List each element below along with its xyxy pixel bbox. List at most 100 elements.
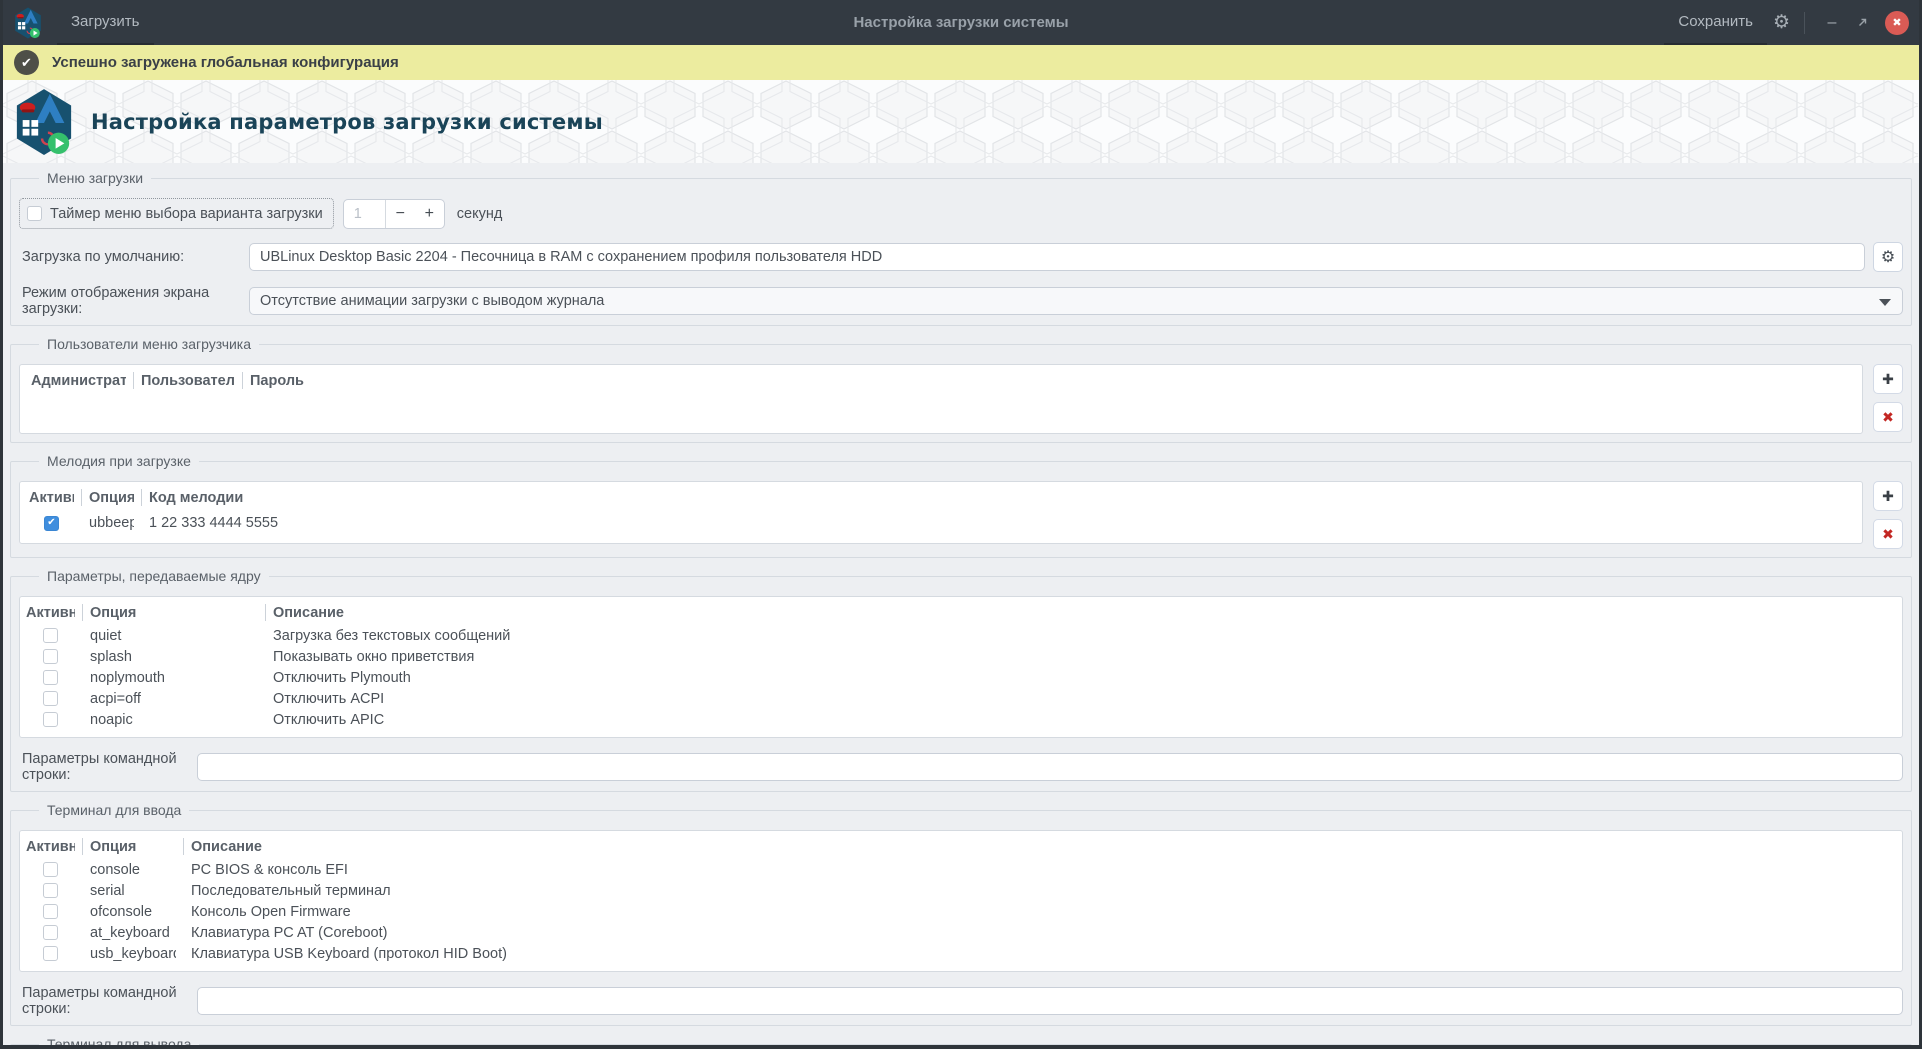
app-logo (13, 88, 75, 156)
display-mode-label: Режим отображения экрана загрузки: (22, 285, 210, 317)
settings-gear-icon[interactable]: ⚙ (1773, 11, 1790, 34)
app-logo-icon (13, 6, 43, 39)
option-cell: usb_keyboard (90, 945, 176, 962)
description-cell: Последовательный терминал (191, 882, 391, 899)
description-cell: Отключить Plymouth (273, 669, 411, 686)
restore-button[interactable] (1847, 0, 1877, 45)
main-content: Меню загрузки Таймер меню выбора вариант… (3, 163, 1919, 1045)
option-cell: console (90, 861, 140, 878)
column-password: Пароль (250, 372, 304, 389)
save-button[interactable]: Сохранить (1664, 0, 1767, 45)
column-active: Активно (26, 604, 75, 621)
row-checkbox[interactable] (43, 712, 58, 727)
option-cell: noplymouth (90, 669, 165, 686)
row-checkbox[interactable] (43, 691, 58, 706)
melody-table-actions: ✚ ✖ (1871, 481, 1903, 549)
timer-label: Таймер меню выбора варианта загрузки (50, 205, 323, 222)
add-user-button[interactable]: ✚ (1873, 364, 1903, 394)
terminal-input-cmdline-row: Параметры командной строки: (19, 985, 1903, 1017)
add-melody-button[interactable]: ✚ (1873, 481, 1903, 511)
group-bootloader-users-legend: Пользователи меню загрузчика (47, 336, 252, 352)
row-checkbox[interactable] (43, 904, 58, 919)
terminal-input-header: Активно Опция Описание (20, 834, 1902, 859)
option-cell: quiet (90, 627, 122, 644)
timer-value[interactable]: 1 (344, 199, 386, 228)
column-divider (81, 489, 82, 506)
row-checkbox[interactable] (43, 628, 58, 643)
terminal-input-row[interactable]: serial Последовательный терминал (20, 880, 1902, 901)
description-cell: Клавиатура PC AT (Coreboot) (191, 924, 388, 941)
default-boot-label: Загрузка по умолчанию: (22, 249, 185, 265)
kernel-param-row[interactable]: noplymouth Отключить Plymouth (20, 667, 1902, 688)
minimize-button[interactable]: – (1817, 0, 1847, 45)
row-checkbox[interactable] (43, 649, 58, 664)
timer-checkbox-group[interactable]: Таймер меню выбора варианта загрузки (19, 198, 334, 229)
option-cell: acpi=off (90, 690, 141, 707)
display-mode-select[interactable]: Отсутствие анимации загрузки с выводом ж… (249, 287, 1903, 315)
timer-row: Таймер меню выбора варианта загрузки 1 −… (19, 198, 1903, 229)
column-divider (265, 604, 266, 621)
row-checkbox[interactable] (43, 946, 58, 961)
column-divider (183, 838, 184, 855)
window-title: Настройка загрузки системы (853, 14, 1069, 31)
remove-user-button[interactable]: ✖ (1873, 402, 1903, 432)
terminal-input-row[interactable]: ofconsole Консоль Open Firmware (20, 901, 1902, 922)
description-cell: Клавиатура USB Keyboard (протокол HID Bo… (191, 945, 507, 962)
description-cell: Отключить APIC (273, 711, 385, 728)
kernel-param-row[interactable]: splash Показывать окно приветствия (20, 646, 1902, 667)
description-cell: Загрузка без текстовых сообщений (273, 627, 511, 644)
display-mode-value: Отсутствие анимации загрузки с выводом ж… (260, 293, 605, 309)
group-kernel-params: Параметры, передаваемые ядру Активно Опц… (10, 568, 1912, 792)
users-table-actions: ✚ ✖ (1871, 364, 1903, 432)
group-boot-melody-legend: Мелодия при загрузке (47, 453, 191, 469)
melody-table[interactable]: Активно Опция Код мелодии ubbeep 1 22 33… (19, 481, 1863, 544)
kernel-cmdline-row: Параметры командной строки: (19, 751, 1903, 783)
kernel-param-row[interactable]: acpi=off Отключить ACPI (20, 688, 1902, 709)
kernel-params-table[interactable]: Активно Опция Описание quiet Загрузка бе… (19, 596, 1903, 738)
melody-table-header: Активно Опция Код мелодии (20, 485, 1862, 510)
increment-button[interactable]: + (415, 205, 444, 223)
column-melody-code: Код мелодии (149, 489, 244, 506)
terminal-input-cmdline-input[interactable] (197, 987, 1903, 1015)
gear-icon: ⚙ (1880, 249, 1896, 266)
close-button[interactable]: ✖ (1885, 10, 1909, 35)
titlebar-right: Сохранить ⚙ – ✖ (1664, 0, 1919, 45)
row-checkbox[interactable] (43, 862, 58, 877)
terminal-input-row[interactable]: usb_keyboard Клавиатура USB Keyboard (пр… (20, 943, 1902, 964)
titlebar: Загрузить Настройка загрузки системы Сох… (3, 0, 1919, 45)
melody-row[interactable]: ubbeep 1 22 333 4444 5555 (20, 510, 1862, 536)
row-checkbox[interactable] (43, 670, 58, 685)
kernel-param-row[interactable]: quiet Загрузка без текстовых сообщений (20, 625, 1902, 646)
terminal-input-row[interactable]: at_keyboard Клавиатура PC AT (Coreboot) (20, 922, 1902, 943)
notification-banner: ✔ Успешно загружена глобальная конфигура… (3, 45, 1919, 80)
description-cell: PC BIOS & консоль EFI (191, 861, 348, 878)
page-title: Настройка параметров загрузки системы (91, 109, 603, 134)
option-cell: serial (90, 882, 125, 899)
load-button[interactable]: Загрузить (57, 0, 154, 45)
terminal-input-cmdline-label: Параметры командной строки: (22, 985, 177, 1017)
row-checkbox[interactable] (43, 925, 58, 940)
users-table-empty-area (20, 393, 1862, 426)
group-terminal-output: Терминал для вывода Активно Опция Описан… (10, 1036, 1912, 1045)
terminal-input-row[interactable]: console PC BIOS & консоль EFI (20, 859, 1902, 880)
default-boot-settings-button[interactable]: ⚙ (1873, 242, 1903, 272)
terminal-input-table[interactable]: Активно Опция Описание console PC BIOS &… (19, 830, 1903, 972)
chevron-down-icon (1879, 299, 1891, 306)
kernel-param-row[interactable]: noapic Отключить APIC (20, 709, 1902, 730)
row-checkbox[interactable] (43, 883, 58, 898)
close-icon: ✖ (1892, 17, 1902, 29)
column-option: Опция (89, 489, 134, 506)
column-option: Опция (90, 604, 137, 621)
kernel-cmdline-input[interactable] (197, 753, 1903, 781)
column-divider (82, 604, 83, 621)
default-boot-input[interactable]: UBLinux Desktop Basic 2204 - Песочница в… (249, 243, 1865, 271)
remove-melody-button[interactable]: ✖ (1873, 519, 1903, 549)
users-table[interactable]: Администратор Пользователь Пароль (19, 364, 1863, 434)
success-check-icon: ✔ (14, 50, 39, 75)
group-boot-menu-legend: Меню загрузки (47, 170, 144, 186)
decrement-button[interactable]: − (386, 205, 415, 223)
option-cell: ofconsole (90, 903, 153, 920)
row-checkbox[interactable] (44, 515, 59, 531)
option-cell: noapic (90, 711, 133, 728)
timer-checkbox[interactable] (27, 206, 42, 221)
